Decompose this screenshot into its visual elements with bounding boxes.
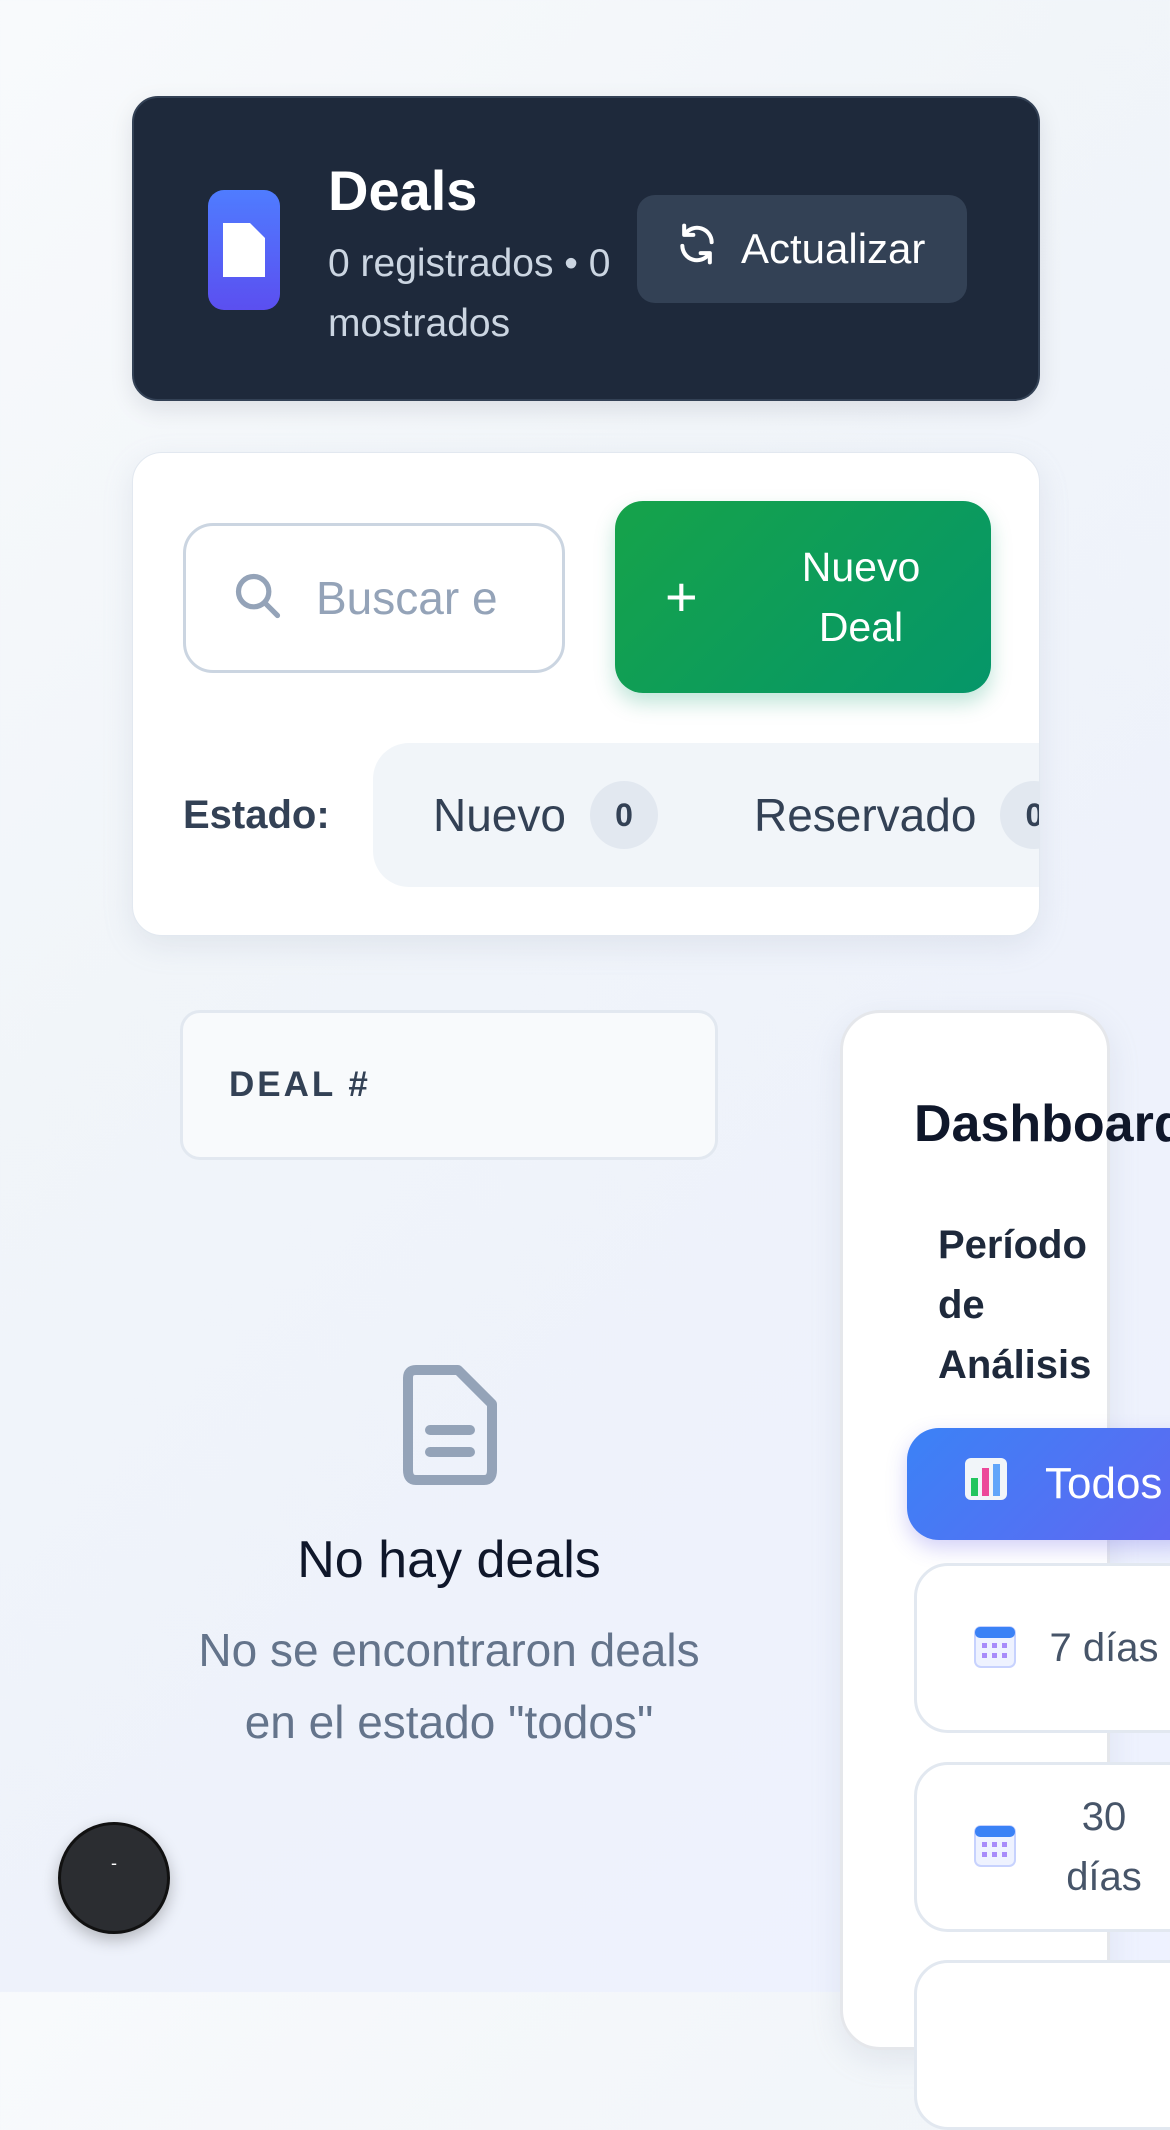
status-filter-group: Nuevo 0 Reservado 0 xyxy=(373,743,1039,887)
search-field[interactable] xyxy=(183,523,565,673)
period-option-label: 7 días xyxy=(1049,1626,1159,1670)
dashboard-title: Dashboard xyxy=(914,1095,1170,1153)
filter-chip-label: Nuevo xyxy=(433,789,566,841)
document-icon xyxy=(400,1364,500,1486)
period-option-more[interactable] xyxy=(914,1960,1170,2130)
refresh-icon xyxy=(675,222,719,276)
empty-state-description: No se encontraron deals en el estado "to… xyxy=(198,1624,700,1748)
table-header: DEAL # xyxy=(180,1010,718,1160)
page-header: Deals 0 registrados • 0 mostrados Actual… xyxy=(132,96,1040,401)
period-option-30-days[interactable]: 30 días xyxy=(914,1762,1170,1932)
period-option-all[interactable]: Todos xyxy=(907,1428,1170,1540)
period-label: Período de Análisis xyxy=(938,1223,1092,1387)
floating-action-button[interactable]: - xyxy=(58,1822,170,1934)
plus-icon: + xyxy=(665,565,698,628)
period-option-7-days[interactable]: 7 días xyxy=(914,1563,1170,1733)
status-filter-label: Estado: xyxy=(183,793,330,837)
search-input[interactable] xyxy=(314,570,548,626)
filter-chip-count: 0 xyxy=(589,781,658,849)
search-icon xyxy=(232,570,284,627)
filter-chip-reservado[interactable]: Reservado 0 xyxy=(753,781,1039,849)
filter-chip-nuevo[interactable]: Nuevo 0 xyxy=(433,781,658,849)
column-header-deal-number[interactable]: DEAL # xyxy=(229,1065,371,1105)
period-option-label: 30 días xyxy=(1066,1795,1142,1899)
filter-chip-count: 0 xyxy=(1000,781,1039,849)
refresh-button-label: Actualizar xyxy=(741,225,926,272)
calendar-icon xyxy=(973,1822,1017,1873)
page-title: Deals xyxy=(328,159,478,222)
controls-card: + Nuevo Deal Estado: Nuevo 0 Reservado 0 xyxy=(132,452,1040,936)
new-deal-button[interactable]: + Nuevo Deal xyxy=(615,501,991,693)
filter-chip-label: Reservado xyxy=(753,789,977,841)
new-deal-label: Nuevo Deal xyxy=(801,544,921,650)
empty-state-title: No hay deals xyxy=(297,1531,601,1589)
period-option-label: Todos xyxy=(1045,1459,1163,1508)
calendar-icon xyxy=(973,1623,1017,1674)
refresh-button[interactable]: Actualizar xyxy=(637,195,967,303)
document-icon xyxy=(208,190,280,310)
fab-label: - xyxy=(111,1853,117,1873)
page-subtitle: 0 registrados • 0 mostrados xyxy=(328,242,611,345)
bar-chart-icon xyxy=(963,1456,1009,1513)
